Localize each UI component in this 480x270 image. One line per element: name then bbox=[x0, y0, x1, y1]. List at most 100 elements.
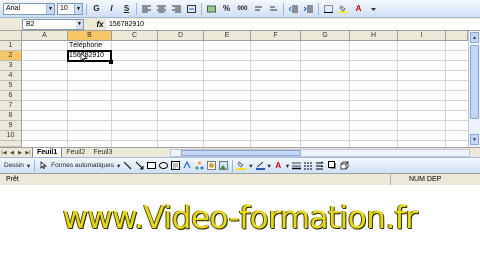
chevron-down-icon[interactable]: ▾ bbox=[27, 162, 30, 170]
borders-button[interactable] bbox=[322, 2, 335, 15]
column-header-d[interactable]: D bbox=[158, 31, 204, 41]
wordart-icon[interactable] bbox=[183, 161, 192, 170]
vertical-scroll-thumb[interactable] bbox=[470, 45, 479, 119]
insert-function-button[interactable]: fx bbox=[94, 20, 106, 29]
merge-center-button[interactable] bbox=[185, 2, 198, 15]
formula-bar: B2 ▼ fx 156782910 bbox=[0, 18, 480, 31]
percent-button[interactable]: % bbox=[220, 2, 233, 15]
sheet-tab-feuil3[interactable]: Feuil3 bbox=[89, 148, 116, 158]
column-header-i[interactable]: I bbox=[398, 31, 446, 41]
row-header-6[interactable]: 6 bbox=[0, 91, 22, 101]
column-header-e[interactable]: E bbox=[204, 31, 251, 41]
column-header-a[interactable]: A bbox=[22, 31, 68, 41]
row-header-1[interactable]: 1 bbox=[0, 41, 22, 51]
gridline bbox=[22, 100, 468, 101]
align-right-button[interactable] bbox=[170, 2, 183, 15]
gridline bbox=[22, 110, 468, 111]
row-header-10[interactable]: 10 bbox=[0, 131, 22, 141]
align-left-button[interactable] bbox=[140, 2, 153, 15]
text-box-icon[interactable] bbox=[171, 161, 181, 170]
column-header-c[interactable]: C bbox=[112, 31, 158, 41]
bold-button[interactable]: G bbox=[90, 2, 103, 15]
chevron-down-icon[interactable]: ▼ bbox=[76, 19, 83, 29]
line-style-icon[interactable] bbox=[292, 161, 302, 170]
scroll-down-icon[interactable]: ▼ bbox=[470, 134, 479, 145]
row-header-5[interactable]: 5 bbox=[0, 81, 22, 91]
decrease-decimal-button[interactable] bbox=[267, 2, 280, 15]
arrow-style-icon[interactable] bbox=[316, 161, 325, 170]
currency-icon bbox=[207, 5, 216, 12]
arrow-tool-icon[interactable] bbox=[135, 161, 144, 170]
row-header-4[interactable]: 4 bbox=[0, 71, 22, 81]
select-objects-icon[interactable] bbox=[39, 161, 48, 170]
chevron-down-icon[interactable]: ▾ bbox=[117, 162, 120, 170]
row-header-2[interactable]: 2 bbox=[0, 51, 22, 61]
increase-indent-button[interactable] bbox=[302, 2, 315, 15]
row-header-9[interactable]: 9 bbox=[0, 121, 22, 131]
horizontal-scroll-thumb[interactable] bbox=[181, 150, 301, 156]
column-header-partial[interactable] bbox=[446, 31, 468, 41]
fill-color-button[interactable] bbox=[337, 2, 350, 15]
toolbar-options-icon[interactable] bbox=[367, 2, 380, 15]
column-header-b[interactable]: B bbox=[68, 31, 112, 41]
align-center-button[interactable] bbox=[155, 2, 168, 15]
horizontal-scrollbar[interactable] bbox=[170, 149, 470, 157]
row-header-7[interactable]: 7 bbox=[0, 101, 22, 111]
column-header-g[interactable]: G bbox=[301, 31, 350, 41]
gridline bbox=[203, 41, 204, 147]
diagram-icon[interactable] bbox=[195, 161, 204, 170]
last-sheet-icon[interactable]: ▶| bbox=[24, 150, 32, 156]
font-size-select[interactable]: 10 ▼ bbox=[57, 2, 83, 15]
vertical-scrollbar[interactable]: ▲ ▼ bbox=[468, 31, 480, 147]
column-header-h[interactable]: H bbox=[350, 31, 398, 41]
spreadsheet-grid[interactable]: A B C D E F G H I 1 2 3 4 5 6 7 8 9 10 T… bbox=[0, 31, 468, 147]
prev-sheet-icon[interactable]: ◀ bbox=[8, 150, 16, 156]
fill-handle[interactable] bbox=[109, 60, 113, 64]
scroll-up-icon[interactable]: ▲ bbox=[470, 32, 479, 43]
chevron-down-icon[interactable]: ▼ bbox=[46, 3, 54, 14]
status-ready: Prêt bbox=[6, 176, 19, 183]
formula-input[interactable]: 156782910 bbox=[106, 18, 480, 30]
underline-button[interactable]: S bbox=[120, 2, 133, 15]
chevron-down-icon[interactable]: ▾ bbox=[249, 162, 252, 170]
insert-picture-icon[interactable] bbox=[219, 161, 229, 170]
chevron-down-icon[interactable]: ▾ bbox=[286, 162, 289, 170]
name-box[interactable]: B2 ▼ bbox=[22, 18, 84, 30]
site-watermark: www.Video-formation.fr bbox=[62, 200, 418, 236]
gridline bbox=[445, 41, 446, 147]
oval-tool-icon[interactable] bbox=[159, 161, 169, 170]
fill-color-icon[interactable] bbox=[237, 161, 247, 170]
draw-menu-button[interactable]: Dessin bbox=[4, 162, 24, 169]
column-header-f[interactable]: F bbox=[251, 31, 301, 41]
gridline bbox=[250, 41, 251, 147]
select-all-corner[interactable] bbox=[0, 31, 22, 41]
currency-button[interactable] bbox=[205, 2, 218, 15]
clip-art-icon[interactable] bbox=[207, 161, 217, 170]
gridline bbox=[157, 41, 158, 147]
row-header-8[interactable]: 8 bbox=[0, 111, 22, 121]
font-color-button[interactable]: A bbox=[274, 159, 283, 172]
autoshapes-menu-button[interactable]: Formes automatiques bbox=[51, 162, 114, 169]
increase-decimal-button[interactable] bbox=[252, 2, 265, 15]
3d-style-icon[interactable] bbox=[340, 161, 349, 170]
italic-button[interactable]: I bbox=[105, 2, 118, 15]
shadow-style-icon[interactable] bbox=[328, 161, 337, 170]
font-color-button[interactable]: A bbox=[352, 2, 365, 15]
line-color-icon[interactable] bbox=[255, 161, 265, 170]
sheet-tab-feuil1[interactable]: Feuil1 bbox=[32, 147, 63, 158]
font-name-select[interactable]: Arial ▼ bbox=[3, 2, 55, 15]
decrease-indent-icon bbox=[289, 5, 298, 12]
chevron-down-icon[interactable]: ▼ bbox=[74, 3, 82, 14]
rectangle-tool-icon[interactable] bbox=[147, 161, 157, 170]
status-mode: NUM DEP bbox=[390, 174, 450, 185]
sheet-tab-feuil2[interactable]: Feuil2 bbox=[62, 148, 89, 158]
thousands-button[interactable]: 000 bbox=[235, 2, 250, 15]
gridline bbox=[397, 41, 398, 147]
row-header-3[interactable]: 3 bbox=[0, 61, 22, 71]
decrease-indent-button[interactable] bbox=[287, 2, 300, 15]
next-sheet-icon[interactable]: ▶ bbox=[16, 150, 24, 156]
chevron-down-icon[interactable]: ▾ bbox=[268, 162, 271, 170]
dash-style-icon[interactable] bbox=[304, 161, 314, 170]
first-sheet-icon[interactable]: |◀ bbox=[0, 150, 8, 156]
line-tool-icon[interactable] bbox=[123, 161, 132, 170]
